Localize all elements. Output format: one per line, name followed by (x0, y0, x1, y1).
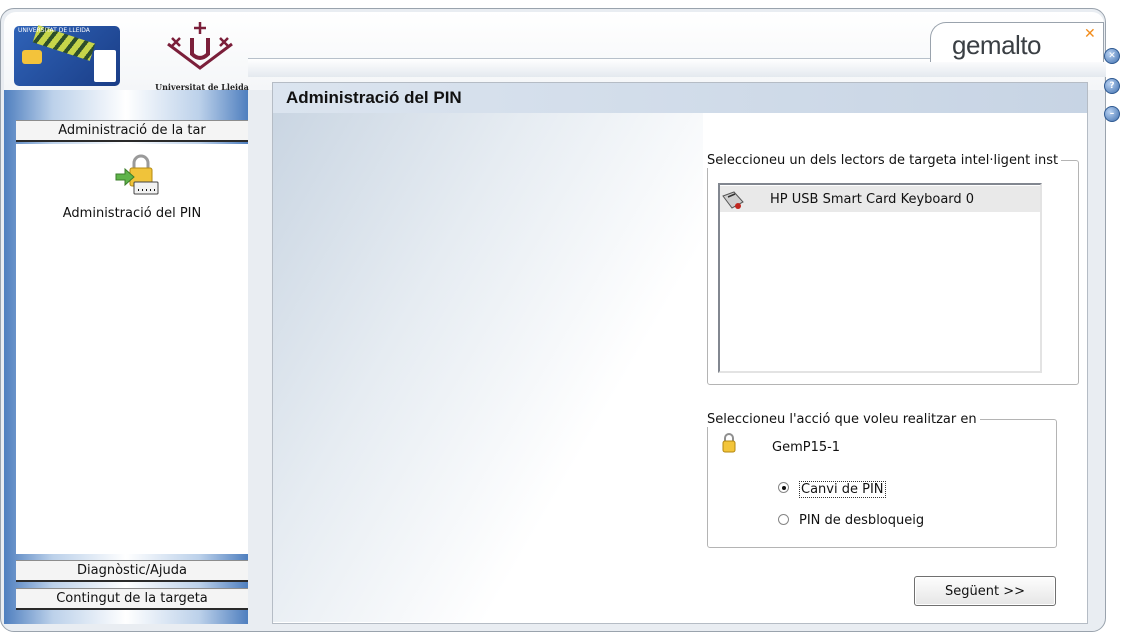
brand-logo: gemalto (952, 30, 1042, 60)
reader-group-legend: Seleccioneu un dels lectors de targeta i… (707, 153, 1059, 168)
card-logo-text: UNIVERSITAT DE LLEIDA (18, 27, 90, 34)
unblock-pin-radio[interactable] (778, 514, 789, 525)
help-icon[interactable]: ? (1104, 78, 1120, 94)
page-title: Administració del PIN (286, 88, 462, 107)
next-button[interactable]: Següent >> (914, 576, 1056, 606)
unblock-pin-label[interactable]: PIN de desbloqueig (799, 513, 924, 528)
background-watermark (273, 108, 703, 622)
pin-admin-icon[interactable] (114, 152, 162, 198)
action-group-legend: Seleccioneu l'acció que voleu realitzar … (707, 412, 977, 427)
card-photo-placeholder (94, 50, 116, 82)
section-card-contents[interactable]: Contingut de la targeta (16, 588, 248, 610)
lock-icon (722, 433, 736, 453)
card-reader-icon (722, 191, 744, 209)
university-emblem-icon (167, 22, 233, 70)
university-name: Universitat de Lleida (155, 82, 249, 92)
task-pin-administration[interactable]: Administració del PIN (16, 206, 248, 221)
section-card-administration[interactable]: Administració de la tar (16, 120, 248, 142)
reader-name: HP USB Smart Card Keyboard 0 (770, 192, 975, 207)
brand-mark-icon: ✕ (1084, 26, 1096, 42)
change-pin-label[interactable]: Canvi de PIN (799, 481, 886, 498)
card-name: GemP15-1 (772, 440, 841, 455)
card-chip-icon (22, 50, 42, 64)
minimize-icon[interactable]: – (1104, 106, 1120, 122)
close-icon[interactable]: ✕ (1104, 48, 1120, 64)
section-diagnostics-help[interactable]: Diagnòstic/Ajuda (16, 560, 248, 582)
change-pin-radio[interactable] (778, 482, 789, 493)
